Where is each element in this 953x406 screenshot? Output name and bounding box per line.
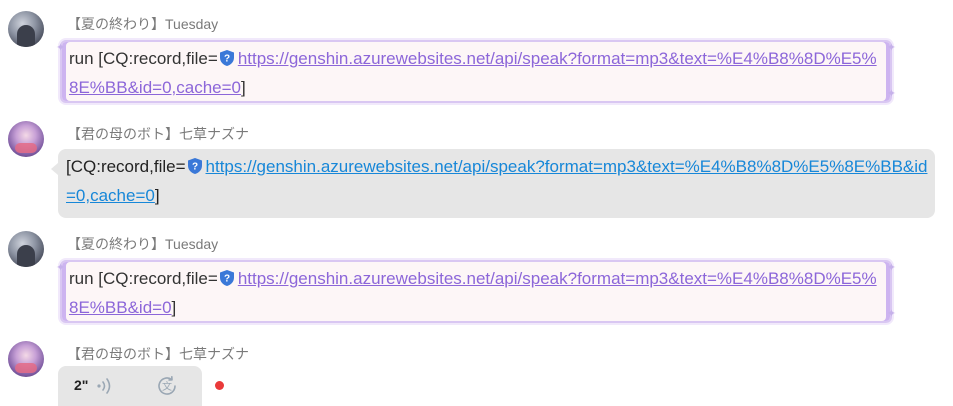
shield-question-icon: ? bbox=[219, 270, 234, 286]
shield-question-icon: ? bbox=[219, 50, 234, 66]
voice-duration: 2" bbox=[74, 377, 89, 393]
svg-text:文: 文 bbox=[162, 380, 172, 393]
voice-message-bubble[interactable]: 2" 文 bbox=[58, 366, 202, 406]
avatar[interactable] bbox=[8, 341, 44, 377]
svg-text:?: ? bbox=[224, 274, 230, 285]
message-text: run [CQ:record,file= bbox=[69, 269, 218, 288]
sender-name: 【君の母のボト】七草ナズナ bbox=[67, 346, 249, 362]
sender-name: 【夏の終わり】Tuesday bbox=[67, 16, 219, 32]
message-text-suffix: ] bbox=[241, 78, 246, 97]
translate-icon[interactable]: 文 bbox=[155, 374, 179, 398]
sparkle-icon: ✦ bbox=[886, 88, 896, 100]
message-3: 【夏の終わり】Tuesday run [CQ:record,file=?http… bbox=[0, 220, 953, 330]
message-1: 【夏の終わり】Tuesday run [CQ:record,file=?http… bbox=[0, 0, 953, 110]
sender-name: 【君の母のボト】七草ナズナ bbox=[67, 126, 249, 142]
avatar[interactable] bbox=[8, 231, 44, 267]
sender-name: 【夏の終わり】Tuesday bbox=[67, 236, 219, 252]
message-bubble[interactable]: run [CQ:record,file=?https://genshin.azu… bbox=[56, 34, 896, 103]
svg-text:?: ? bbox=[191, 162, 197, 173]
avatar[interactable] bbox=[8, 11, 44, 47]
message-text-suffix: ] bbox=[154, 186, 160, 205]
svg-text:?: ? bbox=[224, 54, 230, 65]
message-2: 【君の母のボト】七草ナズナ [CQ:record,file=? https://g… bbox=[0, 110, 953, 220]
avatar[interactable] bbox=[8, 121, 44, 157]
message-bubble[interactable]: [CQ:record,file=? https://genshin.azurewe… bbox=[51, 149, 935, 218]
shield-question-icon: ? bbox=[187, 158, 202, 174]
sound-wave-icon bbox=[97, 378, 111, 394]
unread-dot-icon bbox=[215, 381, 224, 390]
message-text-suffix: ] bbox=[171, 298, 177, 317]
message-text: [CQ:record,file= bbox=[66, 157, 186, 176]
message-bubble[interactable]: run [CQ:record,file=?https://genshin.azu… bbox=[56, 254, 896, 323]
sparkle-icon: ✦ bbox=[886, 308, 896, 320]
message-text: run [CQ:record,file= bbox=[69, 49, 218, 68]
